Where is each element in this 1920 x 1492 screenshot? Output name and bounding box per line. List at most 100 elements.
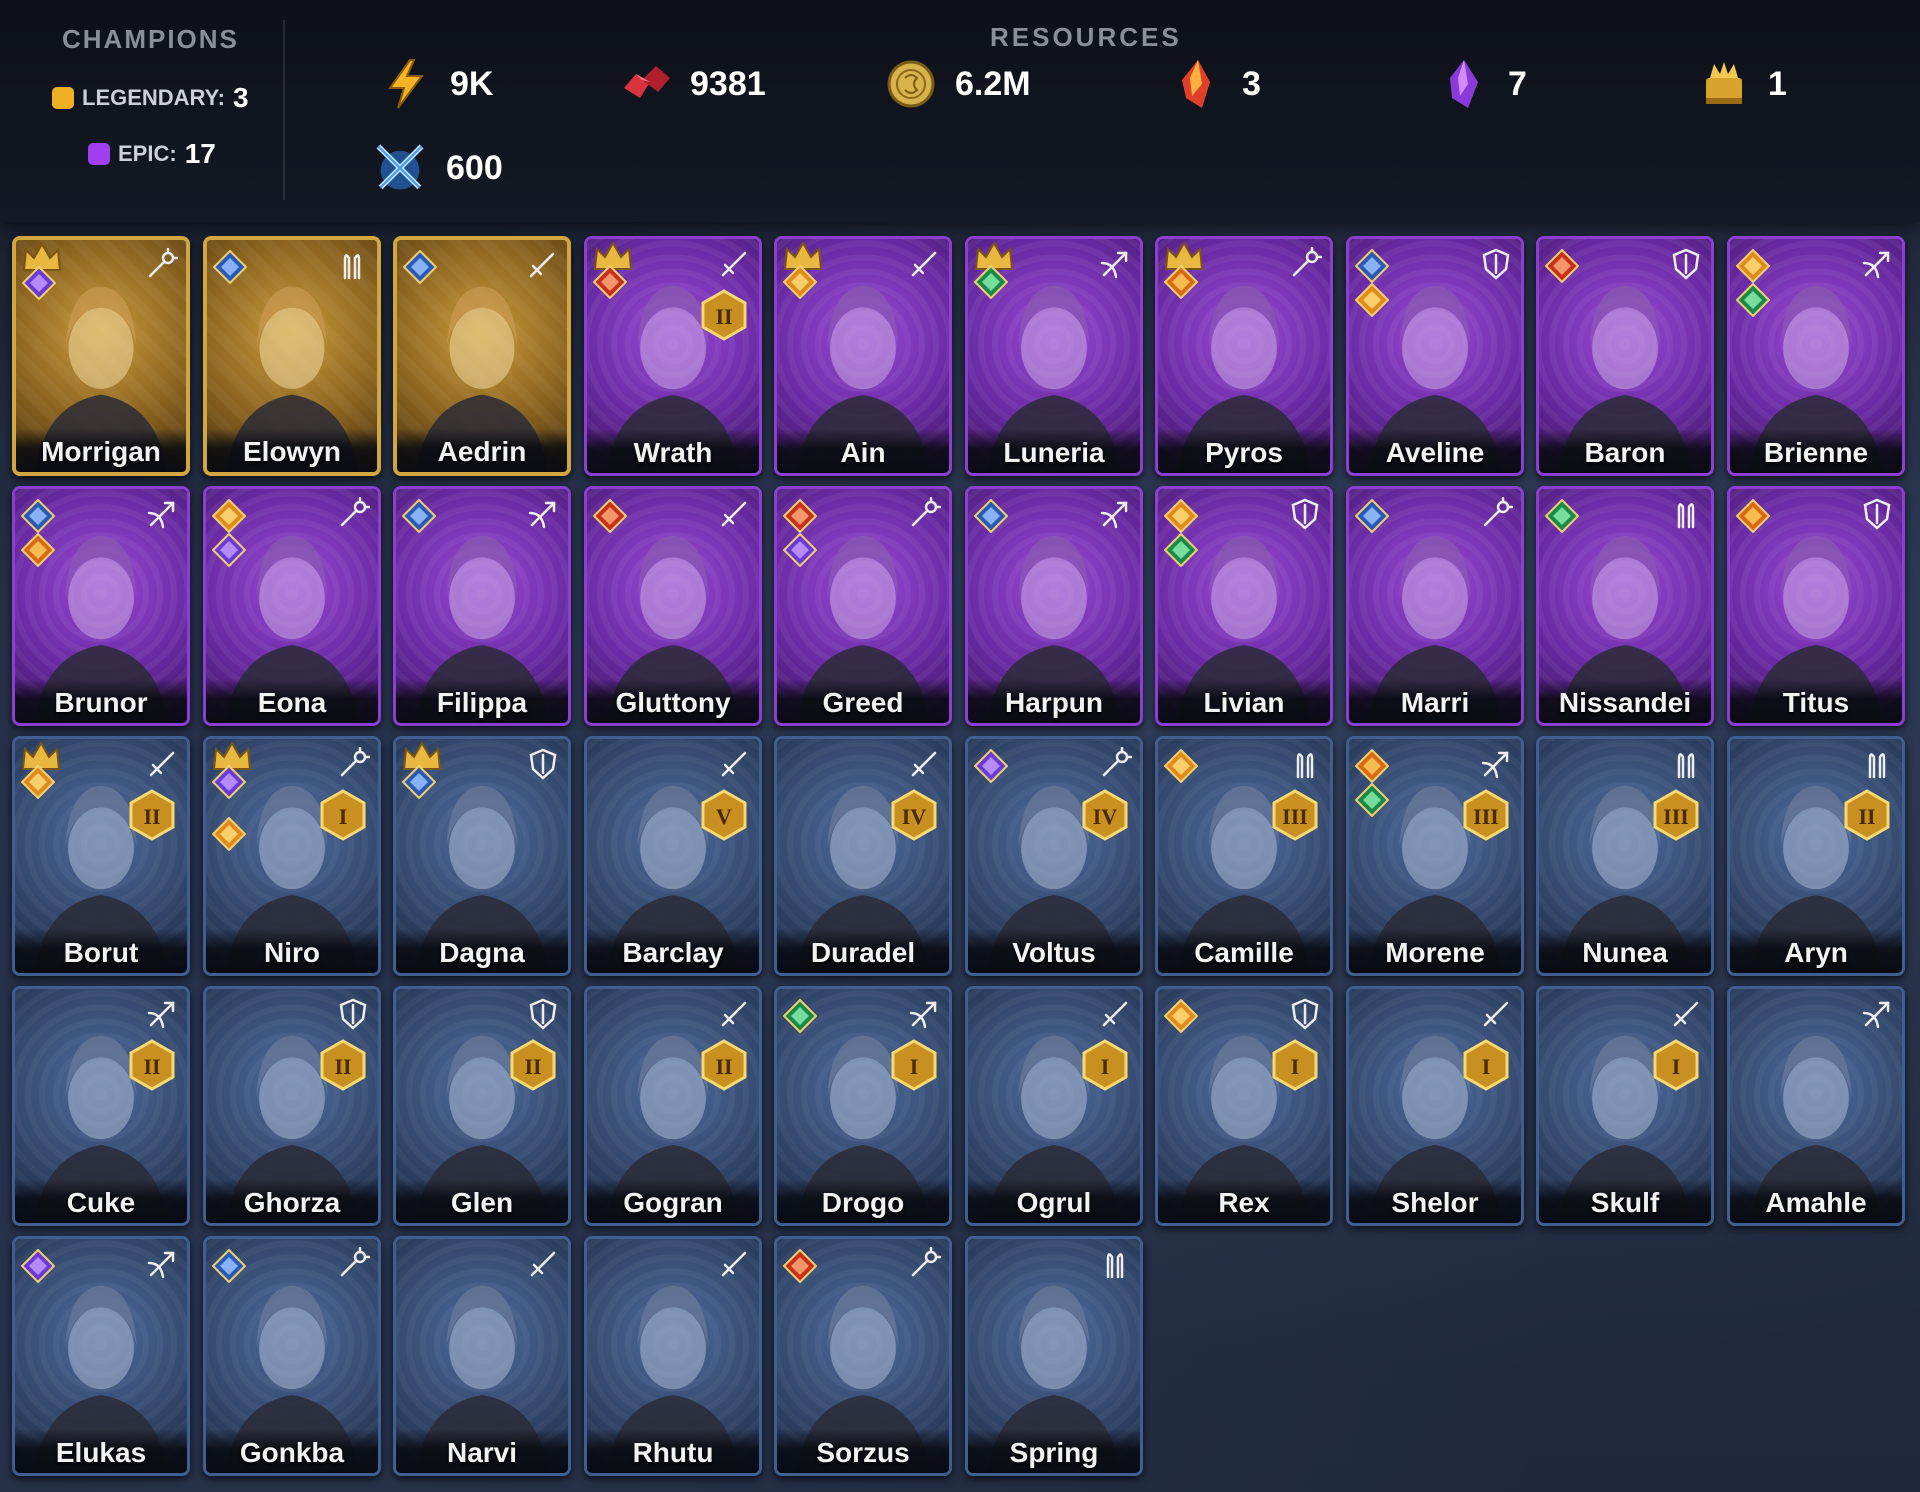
attack-role-icon: [1673, 1001, 1699, 1027]
champion-card-glen[interactable]: II Glen: [393, 986, 571, 1226]
attack-role-icon: [911, 251, 937, 277]
rank-badge: II: [701, 1039, 747, 1091]
champion-card-dagna[interactable]: Dagna: [393, 736, 571, 976]
spirit-affinity-icon: [974, 749, 1008, 783]
champion-card-ogrul[interactable]: I Ogrul: [965, 986, 1143, 1226]
void-affinity-icon: [212, 817, 246, 851]
void-affinity-icon: [1736, 249, 1770, 283]
ranged-role-icon: [1862, 251, 1890, 279]
champion-card-narvi[interactable]: Narvi: [393, 1236, 571, 1476]
champion-card-filippa[interactable]: Filippa: [393, 486, 571, 726]
red-shard-icon: [1182, 60, 1210, 108]
ranged-role-icon: [147, 1001, 175, 1029]
champion-card-aveline[interactable]: Aveline: [1346, 236, 1524, 476]
magic-affinity-icon: [974, 499, 1008, 533]
nature-affinity-icon: [974, 265, 1008, 299]
magic-affinity-icon: [21, 499, 55, 533]
champion-card-eona[interactable]: Eona: [203, 486, 381, 726]
champion-card-morene[interactable]: III Morene: [1346, 736, 1524, 976]
champion-card-luneria[interactable]: Luneria: [965, 236, 1143, 476]
magic-role-icon: [1292, 247, 1322, 277]
champion-card-rex[interactable]: I Rex: [1155, 986, 1333, 1226]
champion-card-shelor[interactable]: I Shelor: [1346, 986, 1524, 1226]
champion-name: Niro: [264, 937, 320, 968]
svg-text:I: I: [1291, 1054, 1300, 1079]
spirit-affinity-icon: [212, 533, 246, 567]
champion-name: Harpun: [1005, 687, 1103, 718]
champion-name: Greed: [822, 687, 904, 718]
champion-card-sorzus[interactable]: Sorzus: [774, 1236, 952, 1476]
champion-card-nissandei[interactable]: Nissandei: [1536, 486, 1714, 726]
champion-name: Rhutu: [632, 1437, 714, 1468]
champion-name: Glen: [450, 1187, 514, 1218]
champion-card-barclay[interactable]: V Barclay: [584, 736, 762, 976]
magic-role-icon: [340, 747, 370, 777]
ranged-role-icon: [1862, 1001, 1890, 1029]
svg-text:II: II: [143, 804, 160, 829]
champion-card-gonkba[interactable]: Gonkba: [203, 1236, 381, 1476]
ranged-role-icon: [1100, 251, 1128, 279]
defense-role-icon: [529, 748, 557, 780]
champion-card-baron[interactable]: Baron: [1536, 236, 1714, 476]
svg-text:III: III: [1663, 804, 1689, 829]
rank-badge: I: [1272, 1039, 1318, 1091]
champion-card-ghorza[interactable]: II Ghorza: [203, 986, 381, 1226]
champion-card-aedrin[interactable]: Aedrin: [393, 236, 571, 476]
champion-card-spring[interactable]: Spring: [965, 1236, 1143, 1476]
magic-affinity-icon: [1355, 499, 1389, 533]
champion-card-greed[interactable]: Greed: [774, 486, 952, 726]
champion-card-elukas[interactable]: Elukas: [12, 1236, 190, 1476]
void-affinity-icon: [21, 765, 55, 799]
rank-badge: I: [891, 1039, 937, 1091]
champion-card-marri[interactable]: Marri: [1346, 486, 1524, 726]
champion-card-livian[interactable]: Livian: [1155, 486, 1333, 726]
magic-role-icon: [911, 497, 941, 527]
energy-bolt-icon: [388, 59, 424, 109]
champion-card-duradel[interactable]: IV Duradel: [774, 736, 952, 976]
epic-count-row: EPIC: 17: [88, 138, 216, 170]
champion-card-drogo[interactable]: I Drogo: [774, 986, 952, 1226]
champion-card-elowyn[interactable]: Elowyn: [203, 236, 381, 476]
champion-card-ain[interactable]: Ain: [774, 236, 952, 476]
champion-name: Livian: [1203, 687, 1285, 718]
void-affinity-icon: [1355, 283, 1389, 317]
champion-card-nunea[interactable]: III Nunea: [1536, 736, 1714, 976]
champion-card-gluttony[interactable]: Gluttony: [584, 486, 762, 726]
resource-trophy: 1: [1698, 58, 1787, 110]
champion-card-harpun[interactable]: Harpun: [965, 486, 1143, 726]
svg-text:II: II: [715, 304, 732, 329]
defense-role-icon: [1863, 498, 1891, 530]
svg-text:I: I: [1482, 1054, 1491, 1079]
attack-role-icon: [721, 751, 747, 777]
champion-card-gogran[interactable]: II Gogran: [584, 986, 762, 1226]
champion-card-brunor[interactable]: Brunor: [12, 486, 190, 726]
champion-card-morrigan[interactable]: Morrigan: [12, 236, 190, 476]
champion-card-amahle[interactable]: Amahle: [1727, 986, 1905, 1226]
champion-card-borut[interactable]: II Borut: [12, 736, 190, 976]
champion-card-voltus[interactable]: IV Voltus: [965, 736, 1143, 976]
champion-name: Baron: [1584, 437, 1666, 468]
champion-card-cuke[interactable]: II Cuke: [12, 986, 190, 1226]
champion-card-niro[interactable]: I Niro: [203, 736, 381, 976]
champion-card-pyros[interactable]: Pyros: [1155, 236, 1333, 476]
rank-badge: I: [320, 789, 366, 841]
legendary-count: 3: [233, 82, 249, 113]
champion-name: Elukas: [55, 1437, 147, 1468]
gold-coin-icon: [887, 60, 935, 108]
void-affinity-icon: [1164, 749, 1198, 783]
champion-card-aryn[interactable]: II Aryn: [1727, 736, 1905, 976]
champion-card-rhutu[interactable]: Rhutu: [584, 1236, 762, 1476]
champion-card-wrath[interactable]: II Wrath: [584, 236, 762, 476]
svg-text:III: III: [1473, 804, 1499, 829]
champion-name: Brunor: [54, 687, 148, 718]
champion-name: Borut: [63, 937, 139, 968]
champion-card-camille[interactable]: III Camille: [1155, 736, 1333, 976]
champion-card-skulf[interactable]: I Skulf: [1536, 986, 1714, 1226]
rank-badge: I: [1653, 1039, 1699, 1091]
champion-card-brienne[interactable]: Brienne: [1727, 236, 1905, 476]
magic-role-icon: [340, 497, 370, 527]
champion-name: Rex: [1218, 1187, 1270, 1218]
attack-role-icon: [721, 1001, 747, 1027]
champion-card-titus[interactable]: Titus: [1727, 486, 1905, 726]
magic-affinity-icon: [402, 765, 436, 799]
